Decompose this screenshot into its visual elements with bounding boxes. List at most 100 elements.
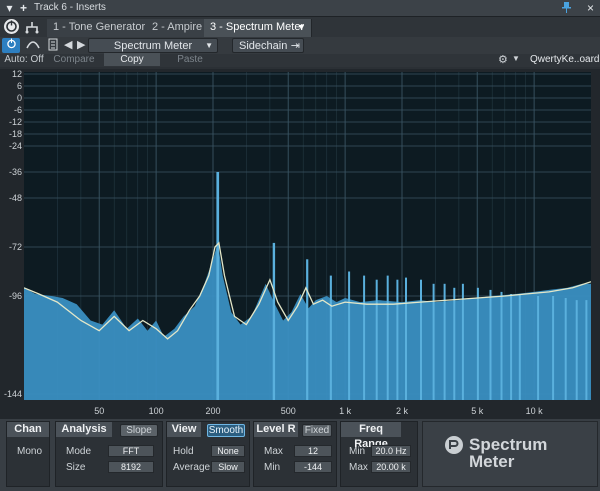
smooth-toggle[interactable]: Smooth [207,424,245,437]
harmonic-spike [306,259,309,400]
x-tick-label: 200 [205,406,221,416]
slope-toggle[interactable]: Slope [120,424,158,437]
sidechain-button[interactable]: Sidechain ⇥ [232,38,304,53]
level-min-field[interactable]: -144 [294,461,332,473]
freq-range-title: Freq Range [341,422,401,450]
harmonic-spike [420,279,422,400]
presonus-logo-icon [445,436,463,454]
tab-ampire[interactable]: 2 - Ampire [146,19,210,37]
y-tick-label: -48 [8,193,22,203]
x-tick-label: 1 k [339,406,352,416]
spectrum-plot [24,72,591,400]
harmonic-spike [585,300,588,400]
chevron-down-icon: ▼ [297,22,306,32]
hold-label: Hold [173,446,194,457]
x-tick-label: 10 k [525,406,543,416]
chevron-down-icon: ▼ [205,41,213,50]
mode-field[interactable]: FFT [108,445,154,457]
x-tick-label: 50 [94,406,105,416]
window-title: Track 6 - Inserts [34,2,106,13]
y-tick-label: -72 [8,242,22,252]
freq-range-group: Freq Range Min 20.0 Hz Max 20.00 k [340,421,418,487]
average-field[interactable]: Slow [211,461,245,473]
harmonic-spike [272,242,276,400]
y-tick-label: -18 [8,129,22,139]
view-group: View Smooth Hold None Average Slow [166,421,250,487]
level-min-label: Min [264,462,281,473]
freq-max-field[interactable]: 20.00 k [371,461,411,473]
compare-button[interactable]: Compare [48,53,100,66]
harmonic-spike [216,172,220,400]
mode-label: Mode [66,446,92,457]
add-icon[interactable]: + [17,2,30,15]
harmonic-spike [386,275,389,400]
y-tick-label: -36 [8,167,22,177]
device-name[interactable]: QwertyKe..oard [530,53,599,66]
auto-off-label[interactable]: Auto: Off [2,53,46,66]
y-tick-label: -12 [8,117,22,127]
freq-max-label: Max [349,462,368,473]
level-max-label: Max [264,446,283,457]
tab-tone-generator[interactable]: 1 - Tone Generator 2 [47,19,162,37]
gear-icon[interactable]: ⚙ [498,53,512,66]
harmonic-spike [396,279,399,400]
tab-spectrum-meter[interactable]: 3 - Spectrum Meter ▼ [204,19,312,37]
bypass-power-icon[interactable] [2,38,20,53]
next-preset-icon[interactable]: ▶ [77,38,85,51]
harmonic-spike [575,300,578,400]
y-tick-label: -144 [3,389,22,399]
freq-min-field[interactable]: 20.0 Hz [371,445,411,457]
freq-min-label: Min [349,446,366,457]
view-title: View [167,422,201,437]
prev-preset-icon[interactable]: ◀ [64,38,72,51]
analysis-group: Analysis Slope Mode FFT Size 8192 [55,421,163,487]
chan-group: Chan Mono [6,421,50,487]
x-tick-label: 2 k [395,406,408,416]
harmonic-spike [453,287,456,400]
y-tick-label: 12 [11,69,22,79]
harmonic-spike [363,275,366,400]
logo-title-line2: Meter [469,452,515,471]
harmonic-spike [405,277,407,400]
harmonic-spike [564,298,567,400]
harmonic-spike [476,287,479,400]
automation-icon[interactable] [25,38,41,53]
level-max-field[interactable]: 12 [294,445,332,457]
harmonic-spike [443,283,446,400]
menu-down-icon[interactable]: ▾ [3,2,16,15]
hold-field[interactable]: None [211,445,245,457]
x-tick-label: 500 [280,406,296,416]
harmonic-spike [518,294,521,400]
pin-icon[interactable] [560,2,573,15]
tab-label: 3 - Spectrum Meter [210,21,305,33]
paste-button[interactable]: Paste [162,53,218,66]
y-tick-label: -96 [8,291,22,301]
spectrum-marks [24,172,591,400]
routing-icon[interactable] [24,20,40,34]
power-icon[interactable] [4,19,19,34]
preset-selector[interactable]: Spectrum Meter ▼ [88,38,218,53]
harmonic-spike [489,289,492,400]
title-bar: ▾ + Track 6 - Inserts × [0,0,600,17]
fixed-toggle[interactable]: Fixed [302,424,332,437]
harmonic-spike [348,271,351,400]
preset-name: Spectrum Meter [113,40,193,52]
x-tick-label: 100 [148,406,164,416]
chevron-down-icon[interactable]: ▼ [512,54,520,63]
close-icon[interactable]: × [584,2,597,15]
harmonic-spike [375,279,378,400]
size-field[interactable]: 8192 [108,461,154,473]
sidechain-label: Sidechain [239,40,288,52]
y-tick-label: 0 [16,93,22,103]
harmonic-spike [329,275,332,400]
preset-list-icon[interactable] [48,38,60,53]
chan-title: Chan [7,422,49,437]
harmonic-spike [510,294,513,400]
y-tick-label: -6 [13,105,22,115]
average-label: Average [173,462,211,473]
chan-mode-value[interactable]: Mono [17,446,42,457]
harmonic-spike [461,283,464,400]
copy-button[interactable]: Copy [104,53,160,66]
harmonic-spike [552,296,555,400]
y-tick-label: 6 [16,81,22,91]
